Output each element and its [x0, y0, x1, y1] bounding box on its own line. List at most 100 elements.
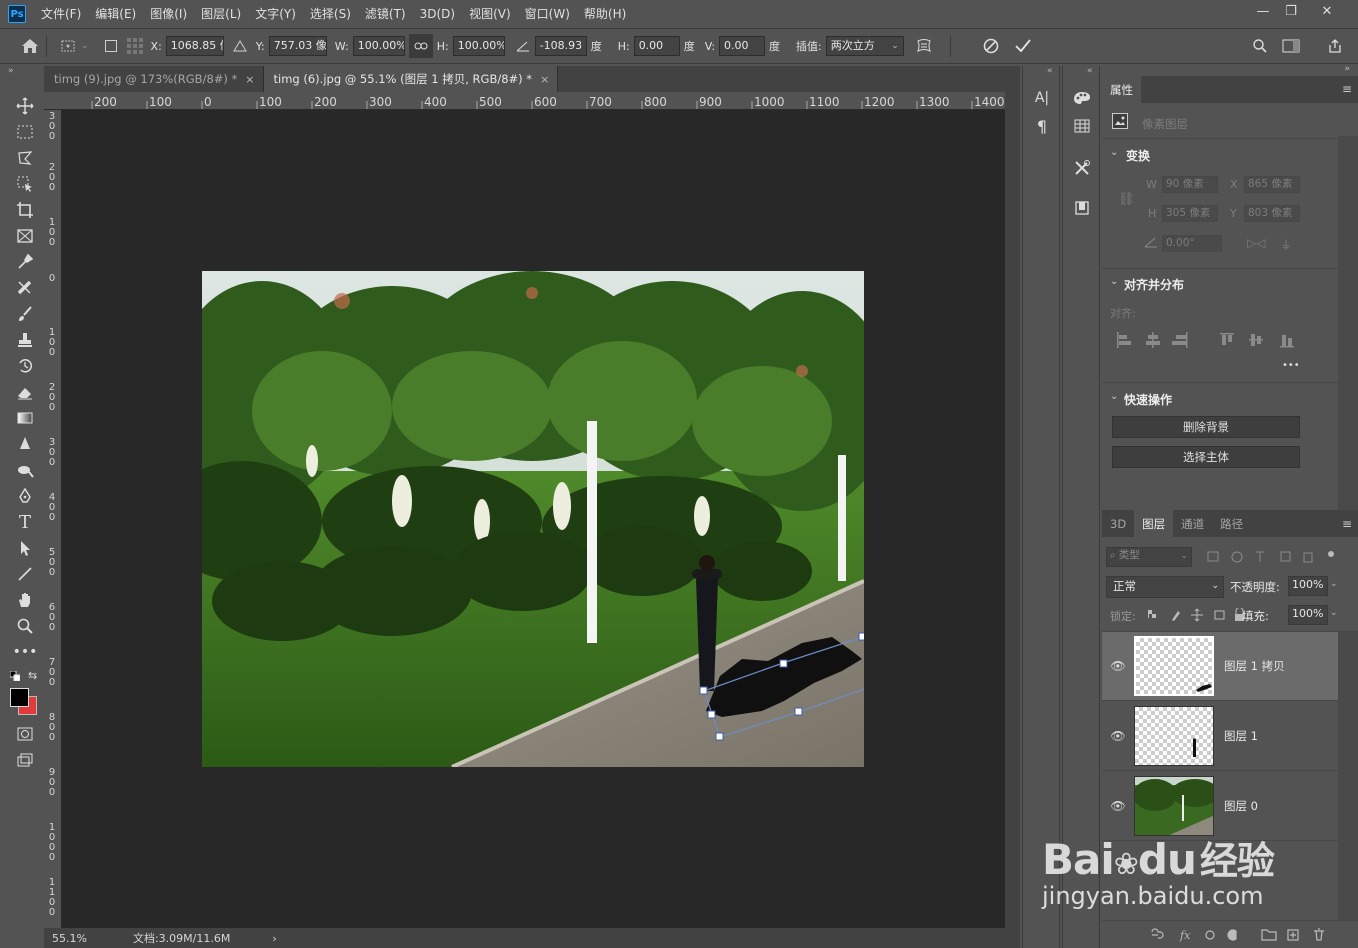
layer-row[interactable]: 👁 图层 1	[1102, 702, 1338, 771]
menu-view[interactable]: 视图(V)	[462, 0, 518, 29]
expand-panels-icon[interactable]: »	[1344, 64, 1350, 74]
libraries-panel-icon[interactable]	[1070, 196, 1094, 220]
menu-window[interactable]: 窗口(W)	[518, 0, 577, 29]
select-subject-button[interactable]: 选择主体	[1112, 446, 1300, 468]
x-prop-input[interactable]: 865 像素	[1244, 176, 1300, 193]
visibility-eye-icon[interactable]: 👁	[1102, 659, 1134, 673]
interpolation-select[interactable]: 两次立方 ⌄	[825, 36, 904, 56]
remove-background-button[interactable]: 删除背景	[1112, 416, 1300, 438]
clone-stamp-tool-icon[interactable]	[12, 328, 38, 352]
default-colors-icon[interactable]	[9, 670, 21, 682]
menu-3d[interactable]: 3D(D)	[413, 0, 462, 29]
dodge-tool-icon[interactable]	[12, 458, 38, 482]
tab-timg-9[interactable]: timg (9).jpg @ 173%(RGB/8#) * ×	[44, 66, 264, 92]
layers-panel-menu-icon[interactable]: ≡	[1342, 517, 1352, 531]
layer-name[interactable]: 图层 1	[1224, 728, 1258, 744]
more-tools-icon[interactable]: •••	[12, 640, 38, 664]
collapse-strip-icon[interactable]: «	[1087, 66, 1093, 76]
horizontal-skew-input[interactable]: 0.00	[633, 36, 680, 56]
reference-point-icon[interactable]	[57, 34, 81, 58]
layer-name[interactable]: 图层 1 拷贝	[1224, 658, 1285, 674]
cancel-transform-icon[interactable]	[979, 34, 1003, 58]
frame-tool-icon[interactable]	[12, 224, 38, 248]
panel-menu-icon[interactable]: ≡	[1342, 82, 1352, 96]
visibility-eye-icon[interactable]: 👁	[1102, 729, 1134, 743]
zoom-level[interactable]: 55.1%	[52, 932, 87, 945]
hand-tool-icon[interactable]	[12, 588, 38, 612]
chevron-down-icon[interactable]: ⌄	[1110, 391, 1118, 402]
pen-tool-icon[interactable]	[12, 484, 38, 508]
brush-tool-icon[interactable]	[12, 302, 38, 326]
move-tool-icon[interactable]	[12, 94, 38, 118]
commit-transform-icon[interactable]	[1011, 34, 1035, 58]
foreground-color-swatch[interactable]	[10, 688, 29, 707]
eraser-tool-icon[interactable]	[12, 380, 38, 404]
tab-close-icon[interactable]: ×	[245, 73, 254, 86]
more-align-options-icon[interactable]: •••	[1282, 360, 1300, 371]
tab-channels[interactable]: 通道	[1173, 510, 1212, 537]
warp-mode-icon[interactable]	[912, 34, 936, 58]
type-tool-icon[interactable]: T	[12, 510, 38, 534]
reference-grid-icon[interactable]	[123, 34, 147, 58]
tools-panel-icon[interactable]	[1070, 156, 1094, 180]
angle-prop-input[interactable]: 0.00°	[1162, 235, 1222, 252]
visibility-eye-icon[interactable]: 👁	[1102, 799, 1134, 813]
collapse-toolbar-icon[interactable]: »	[8, 66, 14, 76]
menu-type[interactable]: 文字(Y)	[248, 0, 303, 29]
vertical-skew-input[interactable]: 0.00	[719, 36, 766, 56]
x-position-input[interactable]: 1068.85 像	[165, 36, 224, 56]
layer-filter-select[interactable]: ⌕ 类型 ⌄	[1106, 547, 1192, 567]
flip-horizontal-icon[interactable]: ▷◁	[1247, 236, 1265, 250]
canvas-area[interactable]	[62, 110, 1005, 928]
tab-timg-6[interactable]: timg (6).jpg @ 55.1% (图层 1 拷贝, RGB/8#) *…	[263, 66, 559, 92]
crop-tool-icon[interactable]	[12, 198, 38, 222]
fill-dropdown-icon[interactable]: ⌄	[1330, 608, 1338, 618]
reference-toggle-checkbox[interactable]	[99, 34, 123, 58]
flip-vertical-icon[interactable]: ⏚	[1280, 236, 1292, 253]
close-icon[interactable]: ✕	[1310, 0, 1344, 22]
document-image[interactable]	[202, 271, 864, 767]
y-prop-input[interactable]: 803 像素	[1244, 205, 1300, 222]
lock-icons[interactable]	[1146, 607, 1250, 622]
tab-layers[interactable]: 图层	[1134, 510, 1174, 537]
tab-paths[interactable]: 路径	[1212, 510, 1251, 537]
blend-mode-select[interactable]: 正常 ⌄	[1106, 576, 1224, 598]
chevron-down-icon[interactable]: ⌄	[1110, 147, 1118, 158]
swap-colors-icon[interactable]: ⇆	[28, 669, 37, 682]
opacity-input[interactable]: 100%	[1288, 576, 1328, 596]
menu-edit[interactable]: 编辑(E)	[88, 0, 143, 29]
workspace-icon[interactable]	[1279, 34, 1303, 58]
swatches-panel-icon[interactable]	[1070, 114, 1094, 138]
character-panel-icon[interactable]: A|	[1030, 86, 1054, 110]
menu-file[interactable]: 文件(F)	[34, 0, 88, 29]
layer-row[interactable]: 👁 图层 1 拷贝	[1102, 632, 1338, 701]
layer-row[interactable]: 👁 图层 0	[1102, 772, 1338, 841]
paragraph-panel-icon[interactable]: ¶	[1030, 114, 1054, 138]
layers-footer-icons[interactable]: fx	[1102, 921, 1358, 948]
tab-properties[interactable]: 属性	[1102, 76, 1141, 103]
rotate-angle-input[interactable]: -108.93	[534, 36, 587, 56]
width-scale-input[interactable]: 100.00%	[352, 36, 405, 56]
menu-image[interactable]: 图像(I)	[143, 0, 194, 29]
status-menu-arrow[interactable]: ›	[272, 932, 276, 945]
layer-name[interactable]: 图层 0	[1224, 798, 1258, 814]
layer-filter-icons[interactable]	[1206, 550, 1336, 564]
opacity-dropdown-icon[interactable]: ⌄	[1330, 579, 1338, 589]
path-selection-tool-icon[interactable]	[12, 536, 38, 560]
gradient-tool-icon[interactable]	[12, 406, 38, 430]
properties-scrollbar[interactable]	[1338, 136, 1358, 510]
link-dimensions-icon[interactable]: ⛓	[1118, 192, 1135, 207]
history-brush-tool-icon[interactable]	[12, 354, 38, 378]
line-tool-icon[interactable]	[12, 562, 38, 586]
canvas-vertical-scrollbar[interactable]	[1005, 92, 1020, 928]
quick-mask-icon[interactable]	[12, 722, 38, 746]
marquee-tool-icon[interactable]	[12, 120, 38, 144]
collapse-strip-icon[interactable]: «	[1047, 66, 1053, 76]
link-icon[interactable]	[408, 34, 433, 58]
chevron-down-icon[interactable]: ⌄	[1110, 276, 1118, 287]
delta-icon[interactable]	[228, 34, 252, 58]
height-prop-input[interactable]: 305 像素	[1162, 205, 1218, 222]
fill-input[interactable]: 100%	[1288, 605, 1328, 625]
tab-close-icon[interactable]: ×	[540, 73, 549, 86]
height-scale-input[interactable]: 100.00%	[452, 36, 505, 56]
